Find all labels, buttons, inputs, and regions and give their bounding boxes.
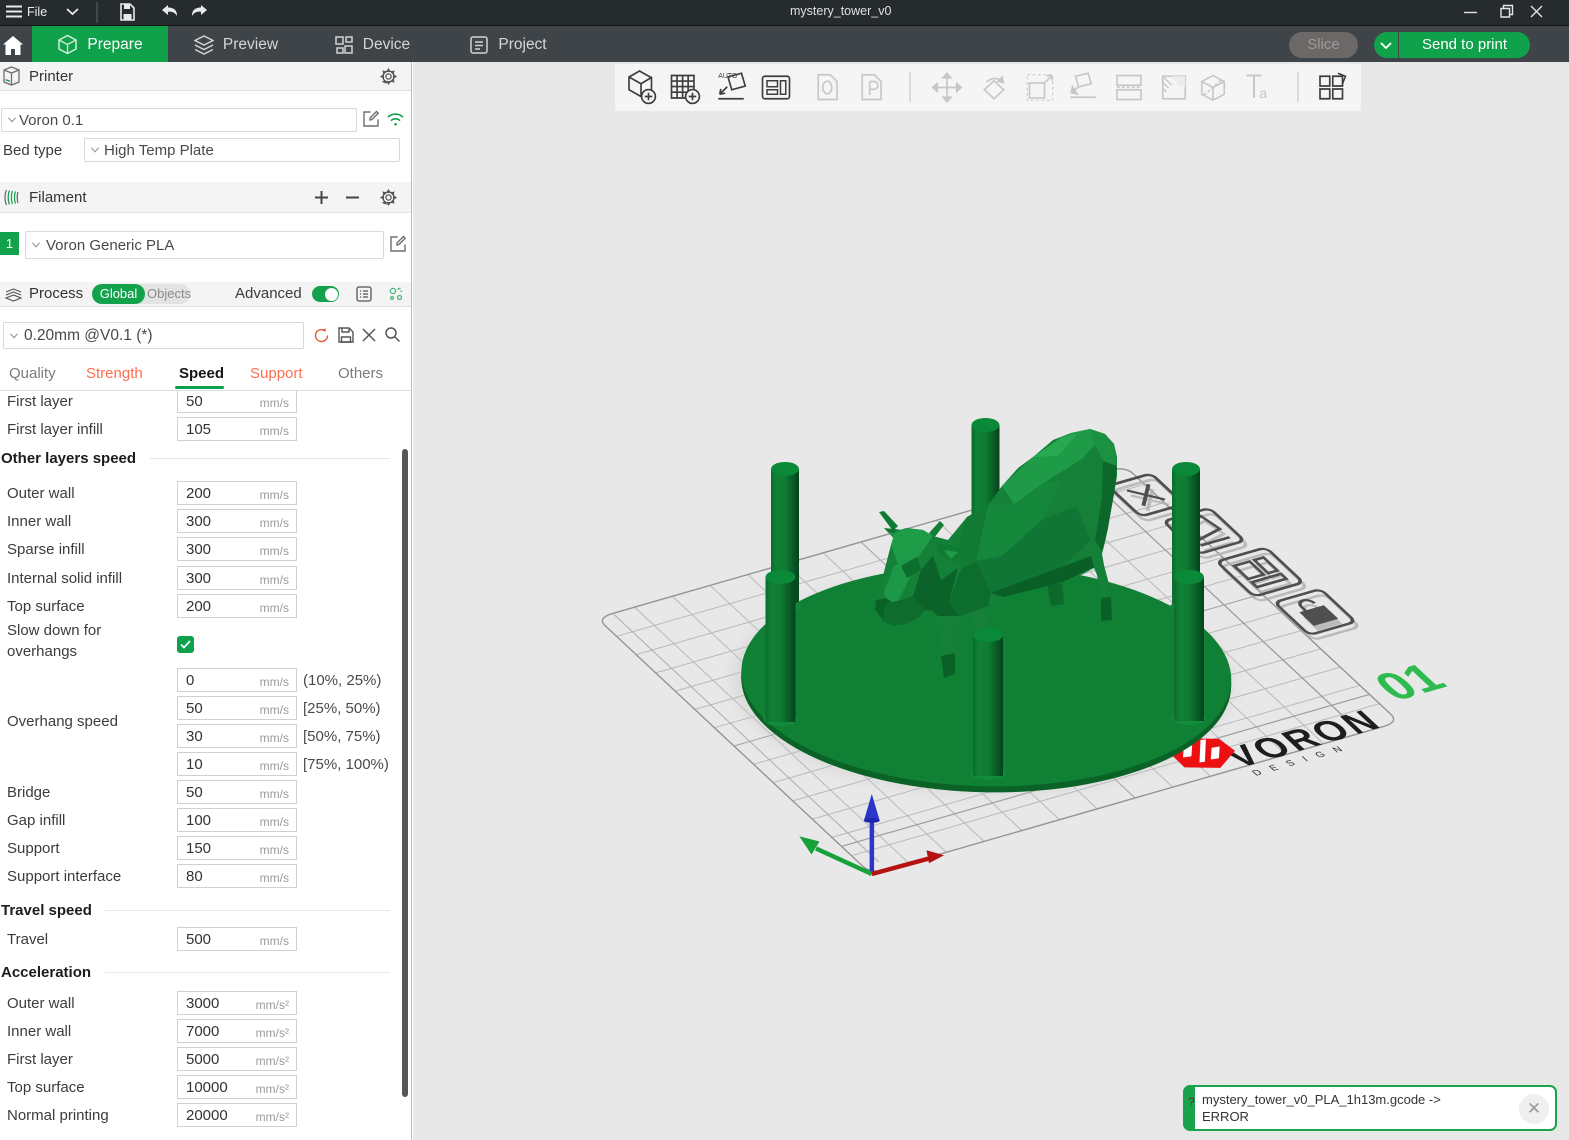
svg-text:AUTO: AUTO — [718, 73, 738, 80]
svg-text:File: File — [27, 5, 47, 19]
svg-text:a: a — [1259, 86, 1267, 102]
